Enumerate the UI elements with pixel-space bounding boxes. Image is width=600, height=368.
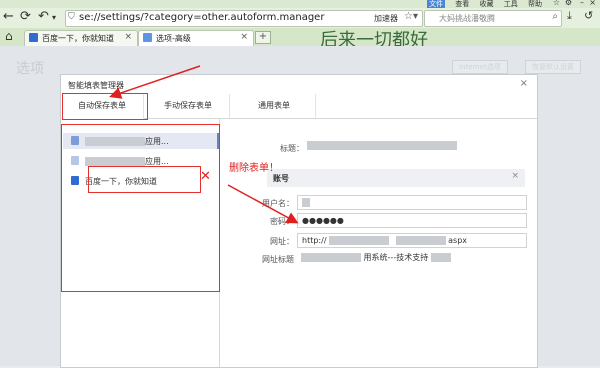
- annotation-arrows: [109, 65, 299, 224]
- annotation-arrow-tab: [109, 65, 201, 99]
- annotation-arrow-password: [227, 184, 299, 224]
